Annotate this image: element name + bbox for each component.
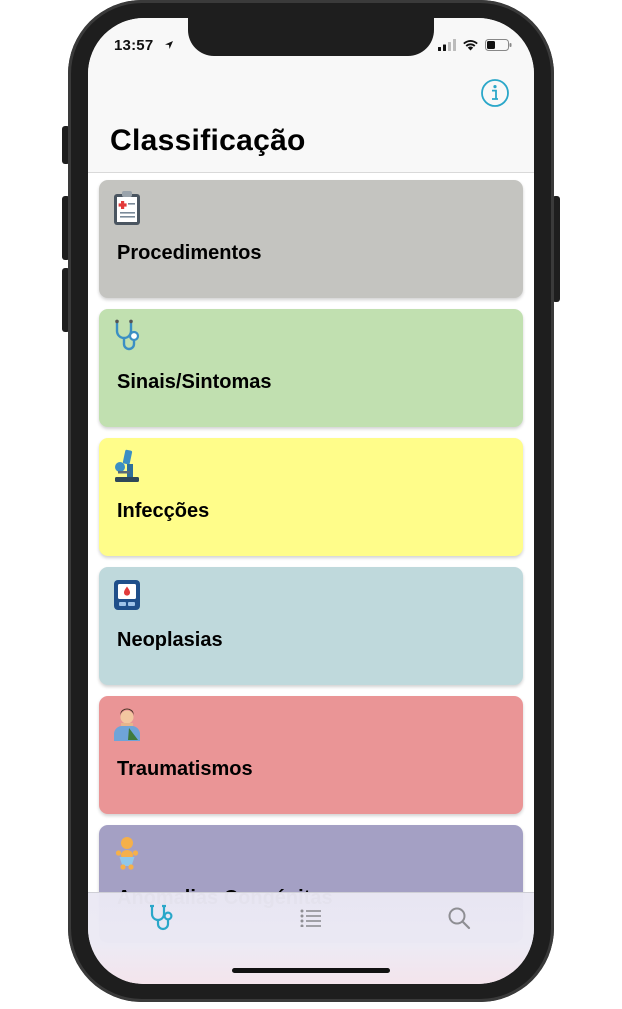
notch [188,18,434,56]
category-label: Traumatismos [117,758,253,780]
status-time: 13:57 [114,37,154,54]
category-card-infeccoes[interactable]: Infecções [99,438,523,556]
baby-icon [115,837,139,870]
microscope-icon [115,449,139,482]
battery-icon [485,39,512,51]
blood-test-device-icon [114,580,140,610]
category-label: Procedimentos [117,242,262,264]
tab-classification[interactable] [142,903,182,933]
phone-screen: 13:57 Classificação Procedimentos Sinais… [88,18,534,984]
category-label: Neoplasias [117,629,223,651]
category-card-sinais-sintomas[interactable]: Sinais/Sintomas [99,309,523,427]
tab-search[interactable] [439,903,479,933]
page-title: Classificação [110,124,306,157]
stethoscope-icon [115,319,140,351]
info-circle-icon[interactable] [480,78,510,108]
wifi-icon [463,40,478,51]
injured-person-icon [114,708,140,741]
category-label: Sinais/Sintomas [117,371,272,393]
stethoscope-icon [150,904,173,931]
cellular-signal-icon [438,39,456,51]
category-label: Infecções [117,500,210,522]
category-card-traumatismos[interactable]: Traumatismos [99,696,523,814]
home-indicator[interactable] [232,968,390,973]
clipboard-medical-icon [114,191,140,225]
tab-list[interactable] [291,903,331,933]
location-arrow-icon [165,41,173,49]
category-card-neoplasias[interactable]: Neoplasias [99,567,523,685]
navigation-bar: Classificação [88,74,534,173]
status-icons [438,39,512,51]
category-card-procedimentos[interactable]: Procedimentos [99,180,523,298]
category-list: Procedimentos Sinais/Sintomas Infecções [99,180,523,954]
search-icon [448,907,471,930]
list-icon [300,909,321,927]
